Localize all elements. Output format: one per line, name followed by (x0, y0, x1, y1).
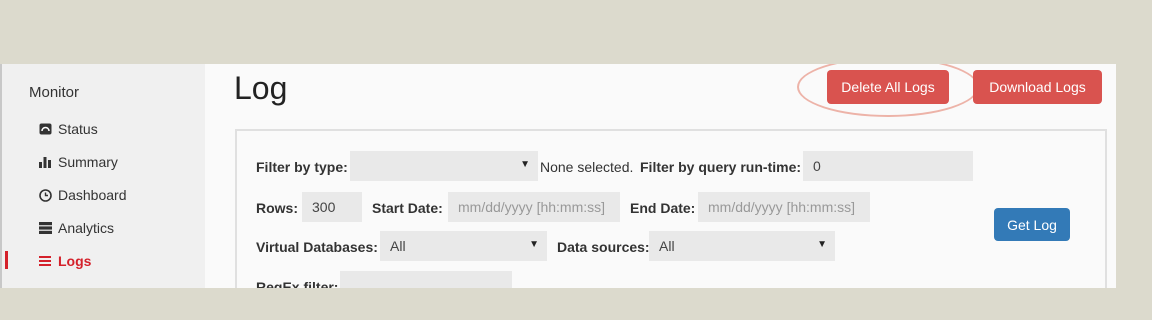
start-date-input[interactable]: mm/dd/yyyy [hh:mm:ss] (448, 192, 620, 222)
speedometer-icon (38, 122, 52, 136)
dropdown-caret-icon: ▼ (529, 239, 539, 250)
bar-chart-icon (38, 155, 52, 169)
rows-value: 300 (312, 199, 336, 215)
sidebar: Monitor Status Summary Dashboard Analyti… (0, 64, 205, 288)
regex-input[interactable] (340, 271, 512, 288)
vdb-select[interactable]: All ▼ (380, 231, 547, 261)
delete-all-logs-button[interactable]: Delete All Logs (827, 70, 949, 104)
list-icon (38, 254, 52, 268)
filter-type-label: Filter by type: (256, 159, 348, 175)
end-date-label: End Date: (630, 200, 696, 216)
sidebar-heading: Monitor (29, 84, 80, 101)
sidebar-item-label: Summary (58, 154, 118, 170)
regex-label: RegEx filter: (256, 279, 339, 288)
datasources-label: Data sources: (557, 239, 650, 255)
filter-panel: Filter by type: ▼ None selected. Filter … (235, 129, 1107, 288)
download-logs-button[interactable]: Download Logs (973, 70, 1102, 104)
dropdown-caret-icon: ▼ (520, 159, 530, 170)
sidebar-item-analytics[interactable]: Analytics (38, 220, 114, 236)
sidebar-item-status[interactable]: Status (38, 121, 98, 137)
runtime-label: Filter by query run-time: (640, 159, 802, 175)
datasources-select[interactable]: All ▼ (649, 231, 835, 261)
vdb-label: Virtual Databases: (256, 239, 378, 255)
rows-input[interactable]: 300 (302, 192, 362, 222)
start-date-placeholder: mm/dd/yyyy [hh:mm:ss] (458, 199, 606, 215)
server-icon (38, 221, 52, 235)
sidebar-item-summary[interactable]: Summary (38, 154, 118, 170)
filter-type-select[interactable]: ▼ (350, 151, 538, 181)
datasources-value: All (659, 238, 675, 254)
filter-type-summary: None selected. (540, 159, 634, 175)
sidebar-item-label: Dashboard (58, 187, 127, 203)
app-window: Monitor Status Summary Dashboard Analyti… (0, 64, 1116, 288)
active-indicator (5, 251, 8, 269)
sidebar-item-dashboard[interactable]: Dashboard (38, 187, 127, 203)
start-date-label: Start Date: (372, 200, 443, 216)
main-content: Log Delete All Logs Download Logs Filter… (205, 64, 1116, 288)
sidebar-item-label: Logs (58, 253, 92, 269)
end-date-placeholder: mm/dd/yyyy [hh:mm:ss] (708, 199, 856, 215)
sidebar-item-label: Analytics (58, 220, 115, 236)
clock-icon (38, 188, 52, 202)
dropdown-caret-icon: ▼ (817, 239, 827, 250)
end-date-input[interactable]: mm/dd/yyyy [hh:mm:ss] (698, 192, 870, 222)
sidebar-item-logs[interactable]: Logs (38, 253, 91, 269)
rows-label: Rows: (256, 200, 298, 216)
sidebar-item-label: Status (58, 121, 98, 137)
runtime-value: 0 (813, 158, 821, 174)
vdb-value: All (390, 238, 406, 254)
page-title: Log (234, 70, 288, 106)
get-log-button[interactable]: Get Log (994, 208, 1070, 241)
runtime-input[interactable]: 0 (803, 151, 973, 181)
